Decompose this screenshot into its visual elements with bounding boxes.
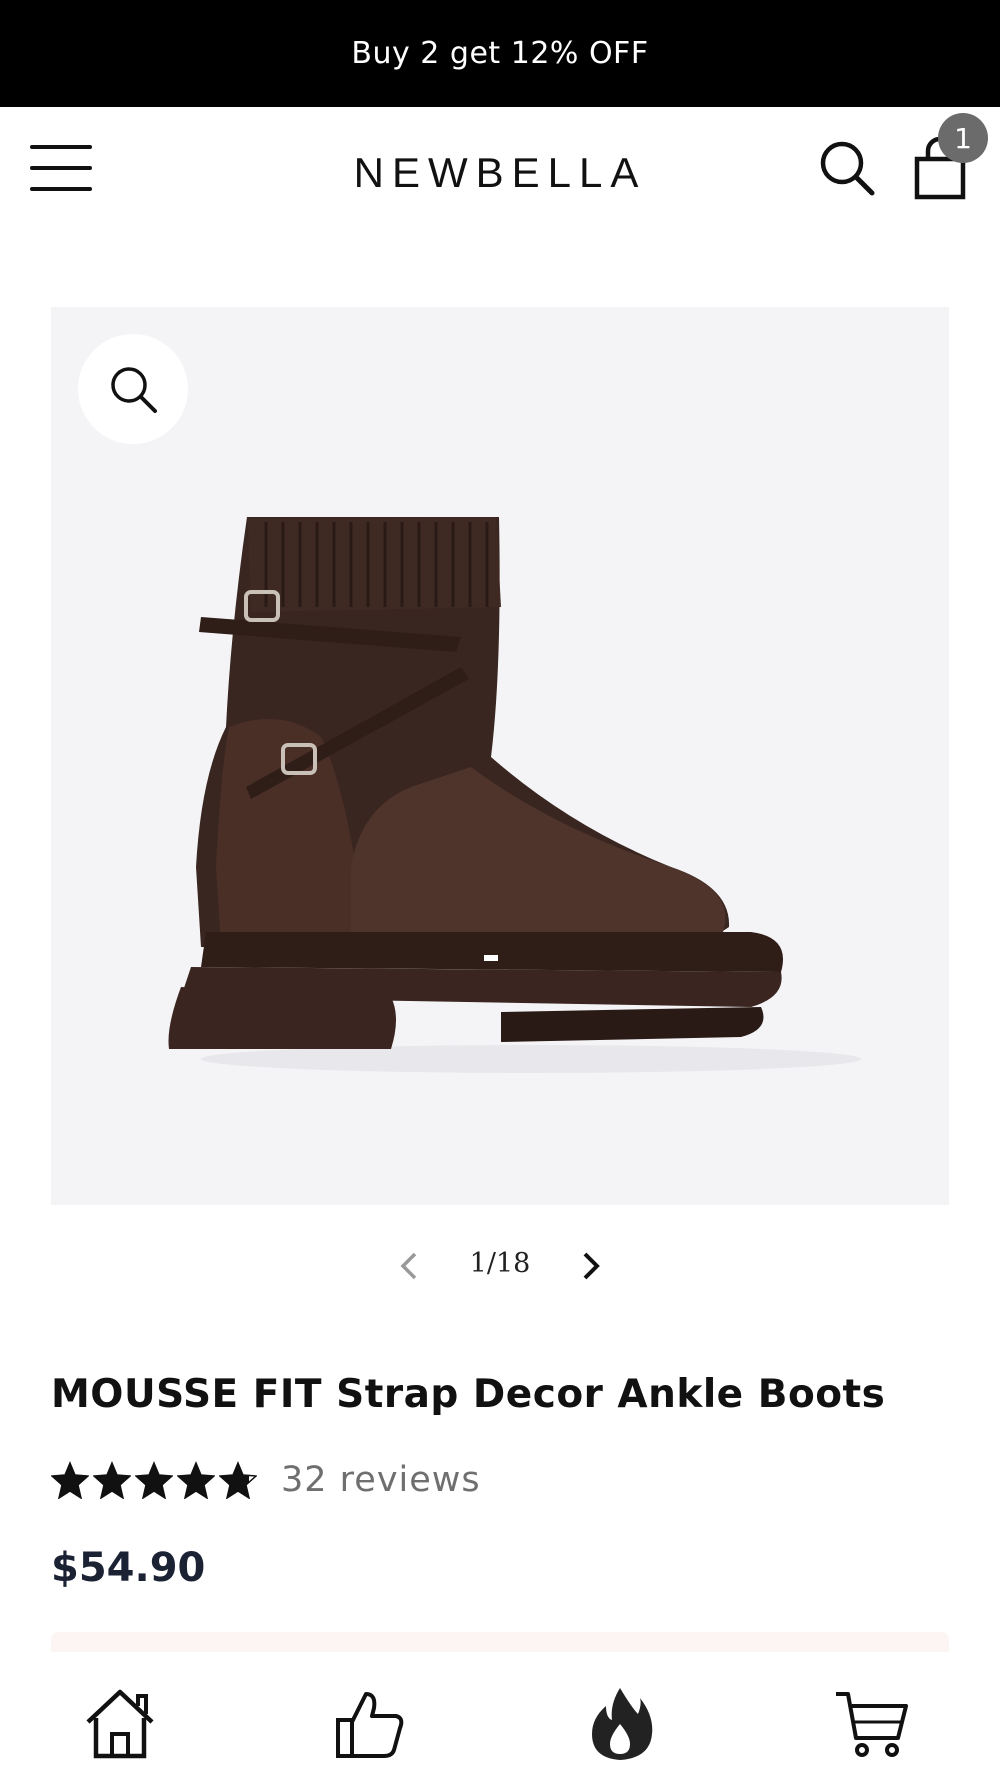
product-rating[interactable]: 32 reviews xyxy=(51,1455,481,1505)
home-icon xyxy=(86,1689,154,1759)
menu-button[interactable] xyxy=(30,145,94,191)
image-counter: 1/18 xyxy=(469,1248,531,1279)
star-icon xyxy=(93,1461,131,1499)
cart-count-badge: 1 xyxy=(938,113,988,163)
bottom-navigation xyxy=(0,1652,1000,1778)
menu-line xyxy=(30,187,92,191)
product-title: MOUSSE FIT Strap Decor Ankle Boots xyxy=(51,1372,886,1417)
announcement-bar: Buy 2 get 12% OFF xyxy=(0,0,1000,107)
menu-line xyxy=(30,166,92,170)
search-button[interactable] xyxy=(818,139,876,197)
product-price: $54.90 xyxy=(51,1545,206,1591)
star-icon xyxy=(219,1461,257,1499)
fire-icon xyxy=(592,1688,653,1760)
star-icon xyxy=(135,1461,173,1499)
review-count[interactable]: 32 reviews xyxy=(281,1460,481,1500)
star-icon xyxy=(51,1461,89,1499)
star-icon xyxy=(177,1461,215,1499)
zoom-button[interactable] xyxy=(78,334,188,444)
promo-section xyxy=(51,1632,949,1652)
cart-icon xyxy=(836,1692,908,1757)
menu-line xyxy=(30,145,92,149)
brand-logo[interactable]: NEWBELLA xyxy=(300,149,700,197)
nav-home[interactable] xyxy=(80,1684,160,1764)
announcement-text: Buy 2 get 12% OFF xyxy=(351,36,649,71)
search-icon xyxy=(820,141,875,196)
thumbs-up-icon xyxy=(336,1692,404,1758)
nav-favorites[interactable] xyxy=(330,1684,410,1764)
product-image-gallery[interactable] xyxy=(51,307,949,1205)
zoom-icon xyxy=(111,367,157,413)
chevron-right-icon xyxy=(583,1252,600,1280)
nav-hot[interactable] xyxy=(580,1684,660,1764)
chevron-left-icon xyxy=(400,1252,417,1280)
product-image[interactable] xyxy=(51,307,949,1205)
site-header: NEWBELLA xyxy=(0,107,1000,237)
gallery-pager: 1/18 xyxy=(380,1240,620,1290)
nav-cart[interactable] xyxy=(832,1684,912,1764)
next-image-button[interactable] xyxy=(570,1246,610,1286)
previous-image-button[interactable] xyxy=(390,1246,430,1286)
star-rating xyxy=(51,1461,257,1499)
